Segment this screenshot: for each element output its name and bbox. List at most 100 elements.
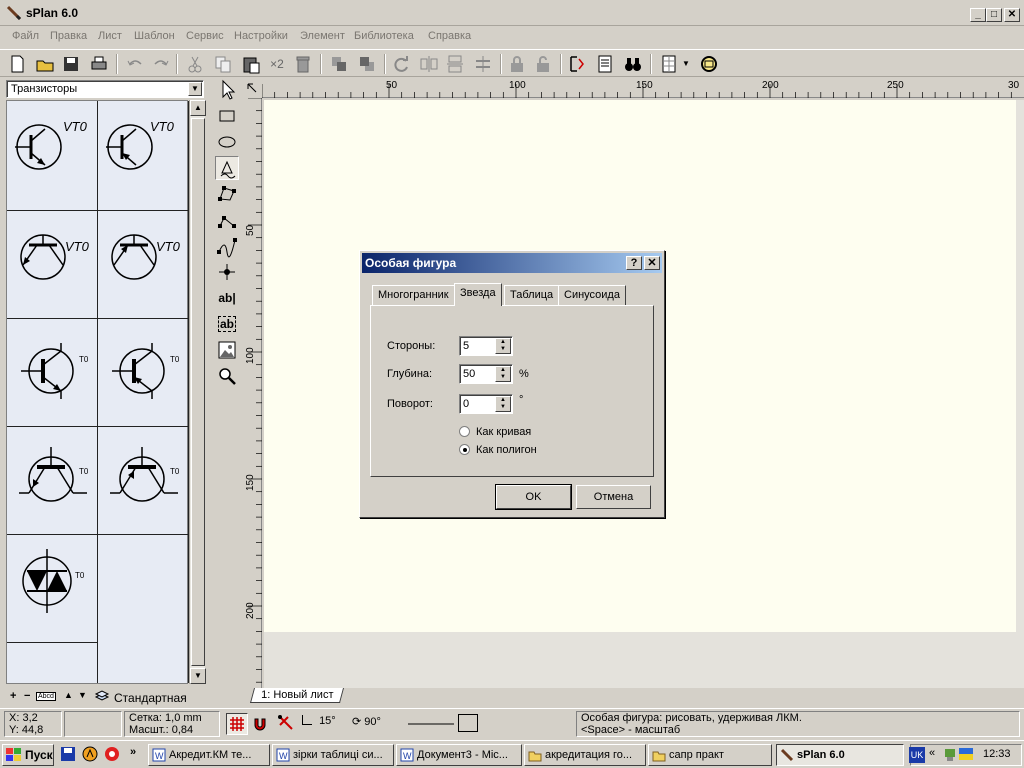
taskbar-button[interactable]: W Документ3 - Mic...	[396, 744, 522, 766]
remove-icon[interactable]: −	[24, 690, 30, 702]
mirror-horizontal-icon[interactable]	[418, 53, 440, 75]
spinner-arrows-icon[interactable]: ▲ ▼	[495, 396, 511, 412]
language-indicator[interactable]: UK	[909, 747, 925, 763]
spinner-arrows-icon[interactable]: ▲ ▼	[495, 366, 511, 382]
align-icon[interactable]	[472, 53, 494, 75]
as-polygon-radio[interactable]: Как полигон	[459, 444, 537, 456]
numbering-icon[interactable]	[566, 53, 588, 75]
bezier-icon[interactable]	[215, 234, 239, 258]
library-stack-icon[interactable]	[94, 689, 110, 706]
bring-front-icon[interactable]	[328, 53, 350, 75]
add-icon[interactable]: +	[10, 690, 16, 702]
zoom-icon[interactable]	[215, 364, 239, 388]
image-icon[interactable]	[215, 338, 239, 362]
angle-step-15[interactable]: 15°	[302, 715, 350, 735]
connect-icon[interactable]	[276, 713, 298, 735]
chevron-down-icon[interactable]: ▼	[188, 82, 202, 96]
library-item-triac[interactable]: T0	[7, 535, 98, 643]
send-back-icon[interactable]	[356, 53, 378, 75]
chat-quicklaunch-icon[interactable]	[104, 746, 122, 764]
lock-icon[interactable]	[506, 53, 528, 75]
maximize-button[interactable]: □	[986, 8, 1002, 22]
polygon-icon[interactable]	[215, 182, 239, 206]
ok-button[interactable]: OK	[495, 484, 572, 510]
tab-polyhedron[interactable]: Многогранник	[372, 285, 455, 305]
save-icon[interactable]	[60, 53, 82, 75]
start-button[interactable]: Пуск	[2, 744, 54, 766]
network-icon[interactable]	[943, 747, 957, 766]
undo-icon[interactable]	[124, 53, 146, 75]
cut-icon[interactable]	[184, 53, 206, 75]
paste-icon[interactable]	[240, 53, 262, 75]
spinner-arrows-icon[interactable]: ▲ ▼	[495, 338, 511, 354]
rectangle-icon[interactable]	[215, 104, 239, 128]
tab-sinusoid[interactable]: Синусоида	[558, 285, 626, 305]
library-item-jfet-down[interactable]: T0	[7, 427, 98, 535]
find-binoculars-icon[interactable]	[622, 53, 644, 75]
grid-page-icon[interactable]	[658, 53, 680, 75]
scroll-down-icon[interactable]: ▼	[190, 668, 206, 684]
tab-table[interactable]: Таблица	[504, 285, 560, 305]
library-item-jfet-up[interactable]: T0	[98, 427, 189, 535]
menu-service[interactable]: Сервис	[186, 30, 224, 42]
library-item-npn-bar[interactable]: T0	[7, 319, 98, 427]
special-figure-icon[interactable]	[215, 156, 239, 180]
as-curve-radio[interactable]: Как кривая	[459, 426, 531, 438]
menu-sheet[interactable]: Лист	[98, 30, 122, 42]
copy-icon[interactable]	[212, 53, 234, 75]
text-tool-icon[interactable]: ab|	[215, 286, 239, 310]
trash-icon[interactable]	[292, 53, 314, 75]
move-down-icon[interactable]: ▼	[78, 690, 87, 700]
text-label-icon[interactable]: Abcd	[36, 692, 56, 701]
library-item-pnp[interactable]: VT0	[98, 101, 189, 211]
tab-star[interactable]: Звезда	[454, 283, 502, 306]
scroll-thumb[interactable]	[191, 118, 205, 666]
grid-info[interactable]: Сетка: 1,0 mm Масшт.: 0,84	[124, 711, 220, 737]
parts-list-icon[interactable]	[594, 53, 616, 75]
library-category-select[interactable]: Транзисторы ▼	[6, 80, 204, 98]
rotate-icon[interactable]	[390, 53, 412, 75]
mirror-vertical-icon[interactable]	[444, 53, 466, 75]
open-folder-icon[interactable]	[34, 53, 56, 75]
menu-settings[interactable]: Настройки	[234, 30, 288, 42]
close-button[interactable]: ✕	[1004, 8, 1020, 22]
depth-input[interactable]: 50 ▲ ▼	[459, 364, 513, 384]
zoom-fit-icon[interactable]	[698, 53, 720, 75]
quicklaunch-more-icon[interactable]: »	[130, 746, 136, 758]
library-scrollbar[interactable]: ▲ ▼	[189, 100, 206, 684]
new-file-icon[interactable]	[6, 53, 28, 75]
text-frame-icon[interactable]: ab	[215, 312, 239, 336]
library-item-pnp-bar[interactable]: T0	[98, 319, 189, 427]
dialog-close-button[interactable]: ✕	[644, 256, 660, 270]
magnet-icon[interactable]	[250, 713, 272, 735]
taskbar-button[interactable]: сапр практ	[648, 744, 772, 766]
menu-template[interactable]: Шаблон	[134, 30, 175, 42]
taskbar-button[interactable]: W зірки таблиці си...	[272, 744, 394, 766]
library-name[interactable]: Стандартная	[114, 691, 187, 705]
ruler-corner[interactable]	[242, 78, 262, 98]
fill-color-select[interactable]	[458, 714, 478, 732]
tray-expand-icon[interactable]: «	[929, 747, 935, 759]
library-item-npn[interactable]: VT0	[7, 101, 98, 211]
menu-help[interactable]: Справка	[428, 30, 471, 42]
dialog-title-bar[interactable]: Особая фигура ? ✕	[362, 253, 662, 273]
line-style-select[interactable]	[406, 713, 456, 735]
clock[interactable]: 12:33	[983, 748, 1011, 760]
library-item-pnp-h[interactable]: VT0	[98, 211, 189, 319]
library-item-npn-h[interactable]: VT0	[7, 211, 98, 319]
help-button[interactable]: ?	[626, 256, 642, 270]
taskbar-button[interactable]: акредитация го...	[524, 744, 646, 766]
duplicate-x2-button[interactable]: ×2	[266, 53, 288, 75]
junction-point-icon[interactable]	[215, 260, 239, 284]
menu-file[interactable]: Файл	[12, 30, 39, 42]
ellipse-icon[interactable]	[215, 130, 239, 154]
move-up-icon[interactable]: ▲	[64, 690, 73, 700]
taskbar-button-active[interactable]: sPlan 6.0	[776, 744, 904, 766]
grid-dropdown-icon[interactable]: ▼	[680, 53, 692, 75]
flag-icon[interactable]	[959, 748, 973, 763]
sheet-tab[interactable]: 1: Новый лист	[249, 688, 345, 703]
snap-grid-icon[interactable]	[226, 713, 248, 735]
browser-quicklaunch-icon[interactable]	[82, 746, 100, 764]
menu-edit[interactable]: Правка	[50, 30, 87, 42]
rotation-input[interactable]: 0 ▲ ▼	[459, 394, 513, 414]
